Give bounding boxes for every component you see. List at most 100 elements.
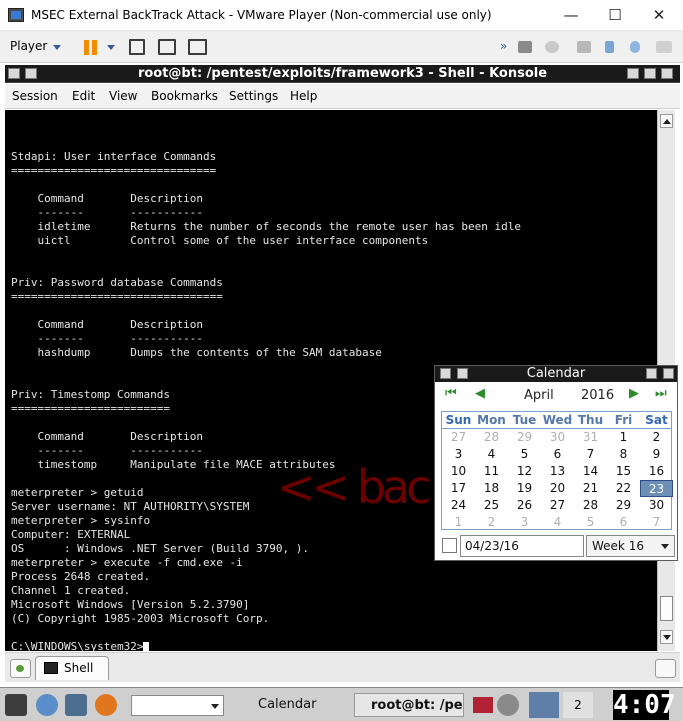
scrollbar-thumb[interactable]: [660, 596, 673, 621]
task-calendar[interactable]: Calendar: [238, 693, 353, 717]
calendar-day[interactable]: 24: [442, 497, 475, 514]
calendar-day[interactable]: 18: [475, 480, 508, 497]
calendar-day[interactable]: 28: [475, 429, 508, 446]
calendar-day[interactable]: 5: [508, 446, 541, 463]
calendar-day[interactable]: 25: [475, 497, 508, 514]
calendar-day[interactable]: 7: [574, 446, 607, 463]
calendar-day[interactable]: 21: [574, 480, 607, 497]
today-button[interactable]: [442, 538, 457, 553]
calendar-day[interactable]: 29: [607, 497, 640, 514]
pager-desktop-1[interactable]: [529, 692, 559, 718]
send-ctrl-alt-del-icon[interactable]: [129, 39, 145, 55]
calendar-day[interactable]: 22: [607, 480, 640, 497]
calendar-maximize-icon[interactable]: [646, 368, 657, 379]
menu-edit[interactable]: Edit: [72, 89, 95, 103]
calendar-day[interactable]: 13: [541, 463, 574, 480]
calendar-day[interactable]: 1: [607, 429, 640, 446]
run-command-combo[interactable]: [131, 695, 224, 716]
settings-gear-icon[interactable]: [36, 694, 58, 716]
calendar-day[interactable]: 17: [442, 480, 475, 497]
calendar-day[interactable]: 10: [442, 463, 475, 480]
cd-rom-icon[interactable]: [545, 41, 559, 53]
pager-desktop-2[interactable]: 2: [563, 692, 593, 718]
calendar-title: Calendar: [526, 366, 586, 381]
player-menu[interactable]: Player: [10, 39, 47, 53]
scroll-down-icon[interactable]: [660, 630, 673, 644]
calendar-day[interactable]: 16: [640, 463, 673, 480]
next-year-icon[interactable]: ⏭: [655, 386, 667, 401]
menu-help[interactable]: Help: [290, 89, 317, 103]
calendar-day[interactable]: 19: [508, 480, 541, 497]
calendar-day[interactable]: 30: [541, 429, 574, 446]
calendar-day[interactable]: 29: [508, 429, 541, 446]
calendar-day[interactable]: 3: [442, 446, 475, 463]
calendar-day[interactable]: 28: [574, 497, 607, 514]
network-adapter-icon[interactable]: [577, 41, 591, 53]
menu-view[interactable]: View: [109, 89, 137, 103]
calendar-day[interactable]: 30: [640, 497, 673, 514]
calendar-day[interactable]: 4: [541, 514, 574, 531]
player-chevron-down-icon[interactable]: [53, 45, 61, 50]
bluetooth-icon[interactable]: [630, 41, 640, 53]
calendar-day[interactable]: 14: [574, 463, 607, 480]
calendar-month[interactable]: April: [524, 388, 554, 403]
calendar-day[interactable]: 15: [607, 463, 640, 480]
konsole-close-icon[interactable]: [661, 68, 673, 79]
calendar-day[interactable]: 2: [640, 429, 673, 446]
calendar-day[interactable]: 12: [508, 463, 541, 480]
calendar-year[interactable]: 2016: [581, 388, 614, 403]
calendar-close-icon[interactable]: [663, 368, 674, 379]
usb-device-icon[interactable]: [605, 41, 614, 53]
calendar-day[interactable]: 2: [475, 514, 508, 531]
close-button[interactable]: ✕: [637, 2, 681, 28]
close-tab-button[interactable]: [655, 659, 676, 678]
calendar-day[interactable]: 27: [442, 429, 475, 446]
calendar-day[interactable]: 4: [475, 446, 508, 463]
calendar-day[interactable]: 8: [607, 446, 640, 463]
calendar-day[interactable]: 7: [640, 514, 673, 531]
terminal-line: meterpreter > sysinfo: [11, 514, 151, 527]
firefox-icon[interactable]: [95, 694, 117, 716]
calendar-day[interactable]: 20: [541, 480, 574, 497]
konsole-minimize-icon[interactable]: [627, 68, 639, 79]
new-tab-button[interactable]: [10, 659, 31, 678]
task-konsole[interactable]: root@bt: /pentest/exploits/framework3 - …: [354, 693, 464, 717]
us-flag-icon[interactable]: [473, 697, 493, 713]
hard-disk-icon[interactable]: [518, 41, 532, 53]
calendar-day[interactable]: 26: [508, 497, 541, 514]
k-menu-icon[interactable]: [5, 694, 27, 716]
scroll-up-icon[interactable]: [660, 114, 673, 128]
week-select[interactable]: Week 16: [586, 535, 675, 557]
maximize-button[interactable]: ☐: [593, 2, 637, 28]
calendar-day[interactable]: 23: [640, 480, 673, 497]
konsole-maximize-icon[interactable]: [644, 68, 656, 79]
calendar-day[interactable]: 27: [541, 497, 574, 514]
menu-bookmarks[interactable]: Bookmarks: [151, 89, 218, 103]
menu-settings[interactable]: Settings: [229, 89, 278, 103]
calendar-day[interactable]: 9: [640, 446, 673, 463]
fit-guest-icon[interactable]: [158, 39, 176, 55]
camera-icon[interactable]: [656, 41, 672, 53]
minimize-button[interactable]: —: [549, 2, 593, 28]
previous-year-icon[interactable]: ⏮: [445, 386, 457, 401]
calendar-day[interactable]: 1: [442, 514, 475, 531]
pause-icon[interactable]: [84, 40, 98, 55]
previous-month-icon[interactable]: ◀: [475, 386, 485, 401]
network-icon[interactable]: [497, 694, 519, 716]
calendar-day[interactable]: 6: [541, 446, 574, 463]
konsole-title-bar: root@bt: /pentest/exploits/framework3 - …: [5, 65, 680, 83]
calendar-day[interactable]: 6: [607, 514, 640, 531]
calendar-day[interactable]: 3: [508, 514, 541, 531]
calendar-day[interactable]: 5: [574, 514, 607, 531]
menu-session[interactable]: Session: [12, 89, 58, 103]
calendar-day[interactable]: 31: [574, 429, 607, 446]
date-input[interactable]: 04/23/16: [460, 535, 584, 557]
file-manager-icon[interactable]: [65, 694, 87, 716]
calendar-day[interactable]: 11: [475, 463, 508, 480]
tab-shell[interactable]: Shell: [35, 656, 109, 680]
terminal-line: uictl Control some of the user interface…: [11, 234, 429, 247]
next-month-icon[interactable]: ▶: [629, 386, 639, 401]
pause-chevron-down-icon[interactable]: [107, 45, 115, 50]
unity-icon[interactable]: [188, 39, 207, 55]
devices-expand-icon[interactable]: »: [500, 39, 514, 53]
